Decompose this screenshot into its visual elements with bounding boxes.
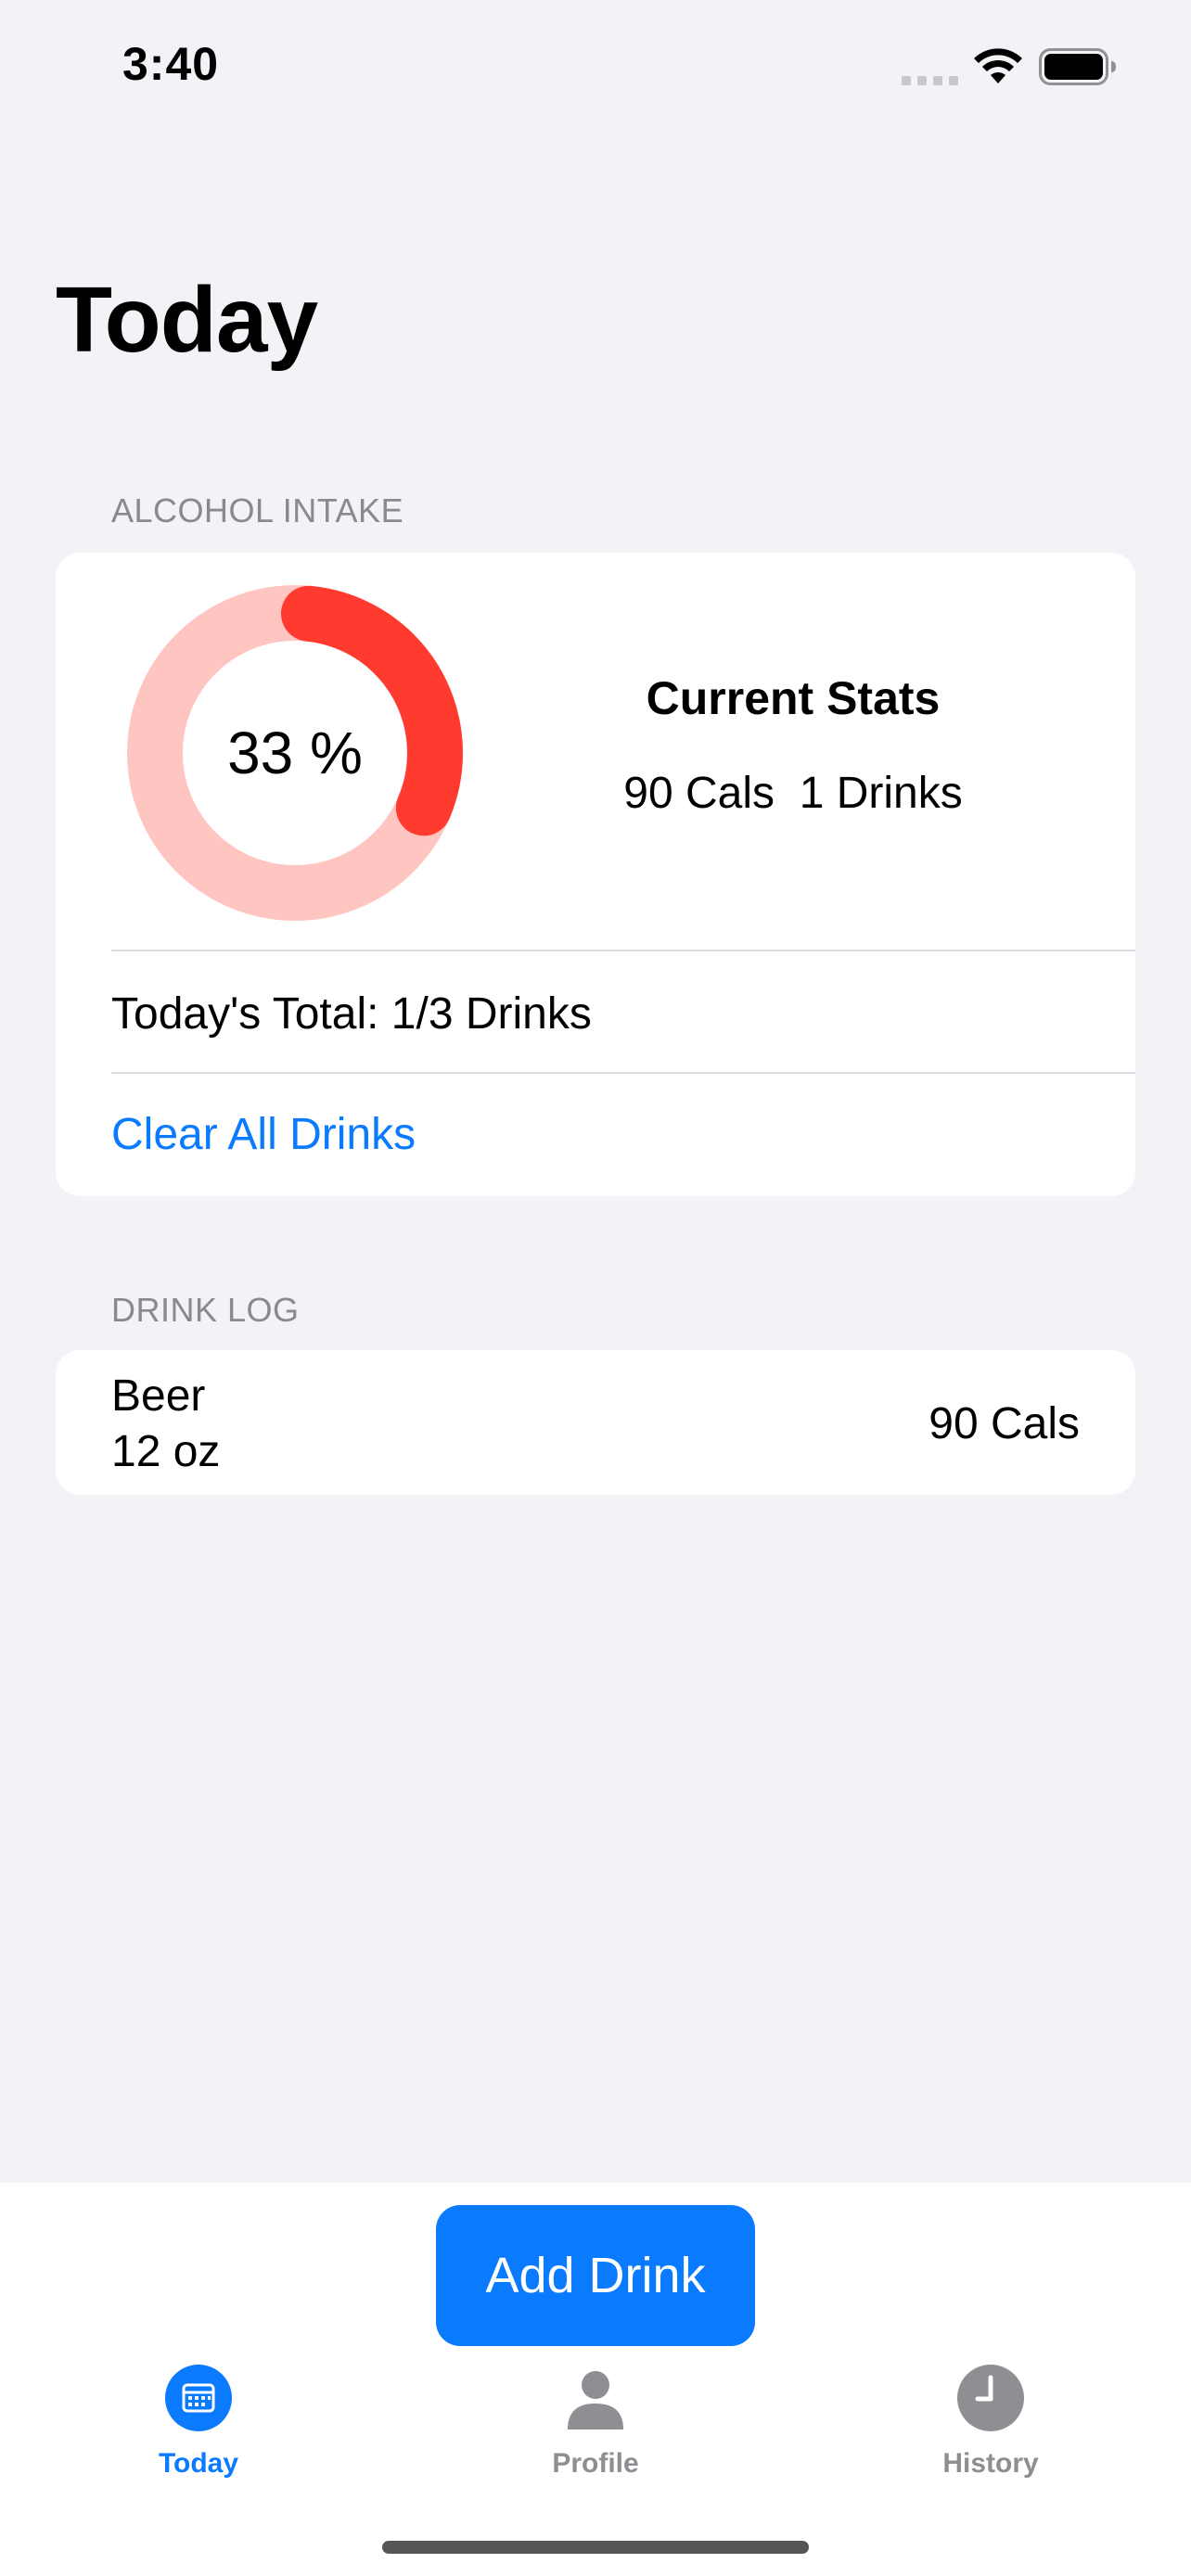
drink-calories: 90 Cals <box>928 1399 1080 1448</box>
current-stats-title: Current Stats <box>646 672 941 724</box>
tab-profile[interactable]: Profile <box>484 2365 707 2504</box>
divider <box>111 1072 1135 1074</box>
tab-history[interactable]: History <box>879 2365 1102 2504</box>
page-title: Today <box>56 268 318 372</box>
current-stats-values: 90 Cals 1 Drinks <box>623 769 963 818</box>
tab-label: Profile <box>552 2448 639 2479</box>
person-icon <box>568 2371 623 2429</box>
battery-full-icon <box>1039 48 1116 85</box>
add-drink-button[interactable]: Add Drink <box>436 2205 755 2346</box>
clock-icon <box>957 2365 1024 2431</box>
alcohol-intake-header: ALCOHOL INTAKE <box>111 491 404 529</box>
alcohol-intake-card: 33 % Current Stats 90 Cals 1 Drinks Toda… <box>56 553 1135 1196</box>
wifi-icon <box>974 48 1022 83</box>
drink-log-header: DRINK LOG <box>111 1291 300 1329</box>
divider <box>111 950 1135 951</box>
calendar-icon <box>165 2365 232 2431</box>
drink-size: 12 oz <box>111 1427 221 1476</box>
todays-total: Today's Total: 1/3 Drinks <box>111 989 592 1039</box>
drink-log-card: Beer 12 oz 90 Cals <box>56 1350 1135 1495</box>
cellular-signal-icon <box>902 76 958 85</box>
tab-label: Today <box>158 2448 239 2479</box>
today-screen: 3:40 Today ALCOHOL INTAKE 33 % Current S… <box>0 0 1191 2576</box>
progress-percent-label: 33 % <box>227 720 363 786</box>
status-bar: 3:40 <box>0 0 1191 139</box>
clear-all-drinks-button[interactable]: Clear All Drinks <box>111 1109 416 1160</box>
drink-name: Beer <box>111 1371 206 1421</box>
tab-bar: Add Drink Today Profile History <box>0 2183 1191 2576</box>
status-time: 3:40 <box>122 38 220 90</box>
tab-label: History <box>942 2448 1039 2479</box>
tab-today[interactable]: Today <box>87 2365 310 2504</box>
list-item[interactable]: Beer 12 oz 90 Cals <box>56 1350 1135 1495</box>
home-indicator <box>382 2541 809 2554</box>
